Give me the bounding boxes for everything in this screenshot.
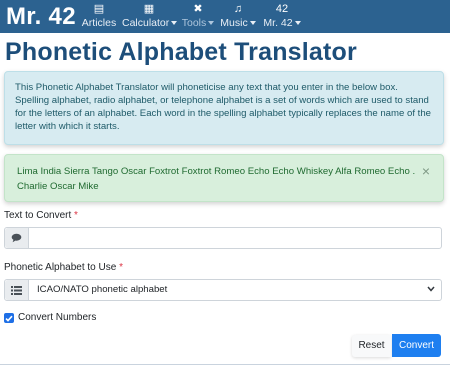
- book-icon: ▤: [93, 3, 105, 15]
- nav-item-label: Tools: [181, 17, 207, 29]
- logo-42-icon: 42: [275, 3, 289, 15]
- chevron-down-icon: [427, 286, 435, 292]
- speech-bubble-icon: [11, 233, 22, 243]
- result-text: Lima India Sierra Tango Oscar Foxtrot Fo…: [17, 166, 416, 192]
- info-text: This Phonetic Alphabet Translator will p…: [15, 82, 431, 132]
- info-alert: This Phonetic Alphabet Translator will p…: [4, 71, 444, 145]
- label-text: Text to Convert: [4, 210, 72, 221]
- nav-item-mr42[interactable]: 42 Mr. 42: [262, 2, 302, 30]
- chevron-down-icon: [249, 21, 256, 26]
- top-navbar: Mr. 42 ▤ Articles ▦ Calculator ✖ Tools ♫…: [0, 0, 450, 33]
- convert-numbers-checkbox[interactable]: [4, 313, 14, 323]
- label-text: Phonetic Alphabet to Use: [4, 262, 117, 273]
- nav-item-articles[interactable]: ▤ Articles: [79, 2, 119, 30]
- reset-button[interactable]: Reset: [352, 335, 391, 357]
- text-input-group: [4, 227, 442, 249]
- page-title: Phonetic Alphabet Translator: [5, 38, 357, 66]
- nav-item-music[interactable]: ♫ Music: [220, 2, 256, 30]
- nav-item-label: Calculator: [122, 17, 170, 29]
- nav-item-label: Music: [220, 17, 248, 29]
- required-mark: *: [119, 262, 123, 273]
- check-icon: [5, 315, 13, 322]
- required-mark: *: [74, 210, 78, 221]
- close-icon[interactable]: ×: [422, 164, 430, 178]
- convert-numbers-label[interactable]: Convert Numbers: [18, 312, 96, 323]
- music-note-icon: ♫: [233, 3, 243, 15]
- select-addon: [5, 280, 29, 300]
- nav-item-label: Mr. 42: [263, 17, 293, 29]
- calculator-icon: ▦: [143, 3, 155, 15]
- brand-logo[interactable]: Mr. 42: [6, 3, 76, 31]
- text-to-convert-input[interactable]: [30, 228, 441, 248]
- nav-item-tools[interactable]: ✖ Tools: [181, 2, 215, 30]
- alphabet-select[interactable]: ICAO/NATO phonetic alphabet: [4, 279, 442, 301]
- list-icon: [11, 285, 22, 295]
- divider: [0, 364, 450, 365]
- result-alert: Lima India Sierra Tango Oscar Foxtrot Fo…: [4, 154, 444, 202]
- select-value: ICAO/NATO phonetic alphabet: [37, 284, 168, 295]
- chevron-down-icon: [171, 21, 178, 26]
- alphabet-label: Phonetic Alphabet to Use *: [4, 262, 123, 273]
- chevron-down-icon: [294, 21, 301, 26]
- text-to-convert-label: Text to Convert *: [4, 210, 78, 221]
- nav-item-label: Articles: [81, 17, 117, 29]
- tools-icon: ✖: [193, 3, 203, 15]
- input-addon: [5, 228, 29, 248]
- convert-button[interactable]: Convert: [392, 334, 441, 357]
- chevron-down-icon: [208, 21, 215, 26]
- nav-item-calculator[interactable]: ▦ Calculator: [122, 2, 178, 30]
